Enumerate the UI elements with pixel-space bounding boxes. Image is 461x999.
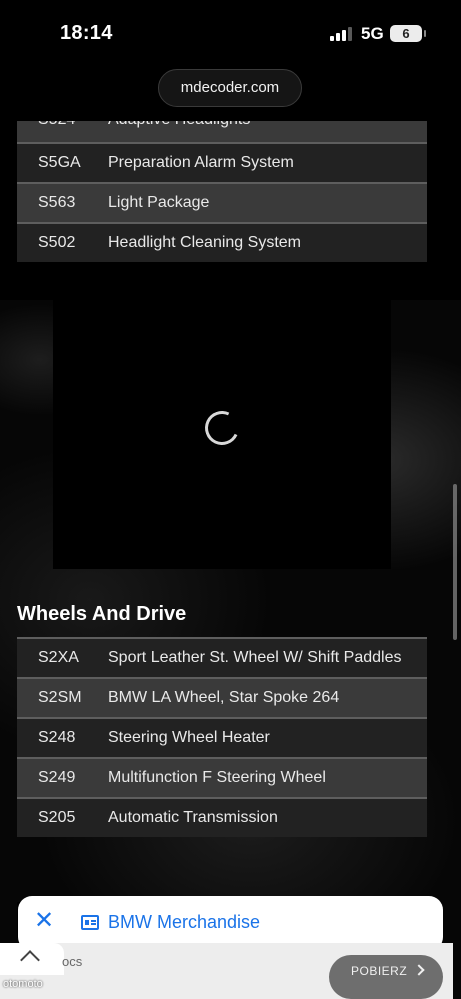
chevron-right-icon bbox=[413, 964, 425, 976]
section-heading: Wheels And Drive bbox=[17, 603, 187, 625]
options-table-lighting: S524 Adaptive Headlights S5GA Preparatio… bbox=[17, 121, 427, 262]
option-description: Multifunction F Steering Wheel bbox=[108, 769, 326, 786]
option-code: S249 bbox=[38, 769, 76, 786]
ad-banner-title[interactable]: BMW Merchandise bbox=[108, 912, 260, 933]
table-row: S248 Steering Wheel Heater bbox=[17, 717, 427, 757]
table-row: S502 Headlight Cleaning System bbox=[17, 222, 427, 262]
option-code: S2SM bbox=[38, 689, 82, 706]
option-description: Headlight Cleaning System bbox=[108, 234, 301, 251]
chevron-up-icon bbox=[20, 950, 40, 970]
table-row: S5GA Preparation Alarm System bbox=[17, 142, 427, 182]
table-row: S2SM BMW LA Wheel, Star Spoke 264 bbox=[17, 677, 427, 717]
video-player[interactable] bbox=[53, 287, 391, 569]
table-row: S524 Adaptive Headlights bbox=[17, 121, 427, 142]
option-description: Light Package bbox=[108, 194, 210, 211]
table-row: S2XA Sport Leather St. Wheel W/ Shift Pa… bbox=[17, 637, 427, 677]
download-button-label: POBIERZ bbox=[351, 964, 408, 978]
option-description: BMW LA Wheel, Star Spoke 264 bbox=[108, 689, 340, 706]
status-time: 18:14 bbox=[60, 22, 113, 44]
options-table-wheels: S2XA Sport Leather St. Wheel W/ Shift Pa… bbox=[17, 637, 427, 837]
option-code: S563 bbox=[38, 194, 76, 211]
option-code: S248 bbox=[38, 729, 76, 746]
expand-button[interactable] bbox=[0, 943, 64, 975]
battery-icon: 6 bbox=[390, 25, 426, 42]
option-description: Sport Leather St. Wheel W/ Shift Paddles bbox=[108, 649, 402, 666]
table-row: S205 Automatic Transmission bbox=[17, 797, 427, 837]
bottom-sheet-text: ocs bbox=[62, 954, 83, 969]
page-scrollbar[interactable] bbox=[453, 484, 457, 640]
option-code: S524 bbox=[38, 121, 75, 129]
watermark: otomoto bbox=[3, 978, 43, 990]
battery-level: 6 bbox=[402, 26, 410, 41]
option-code: S5GA bbox=[38, 154, 81, 171]
option-code: S2XA bbox=[38, 649, 79, 666]
option-code: S205 bbox=[38, 809, 76, 826]
loading-spinner-icon bbox=[200, 406, 244, 450]
network-type: 5G bbox=[361, 24, 384, 43]
signal-icon bbox=[330, 27, 352, 41]
url-bar[interactable]: mdecoder.com bbox=[158, 69, 302, 107]
option-description: Steering Wheel Heater bbox=[108, 729, 270, 746]
close-icon[interactable]: ✕ bbox=[33, 909, 55, 933]
status-bar: 18:14 5G 6 bbox=[0, 0, 461, 68]
option-code: S502 bbox=[38, 234, 76, 251]
option-description: Automatic Transmission bbox=[108, 809, 278, 826]
table-row: S563 Light Package bbox=[17, 182, 427, 222]
newspaper-icon bbox=[81, 915, 99, 930]
option-description: Adaptive Headlights bbox=[108, 121, 250, 129]
table-row: S249 Multifunction F Steering Wheel bbox=[17, 757, 427, 797]
option-description: Preparation Alarm System bbox=[108, 154, 294, 171]
download-button[interactable]: POBIERZ bbox=[329, 955, 443, 999]
